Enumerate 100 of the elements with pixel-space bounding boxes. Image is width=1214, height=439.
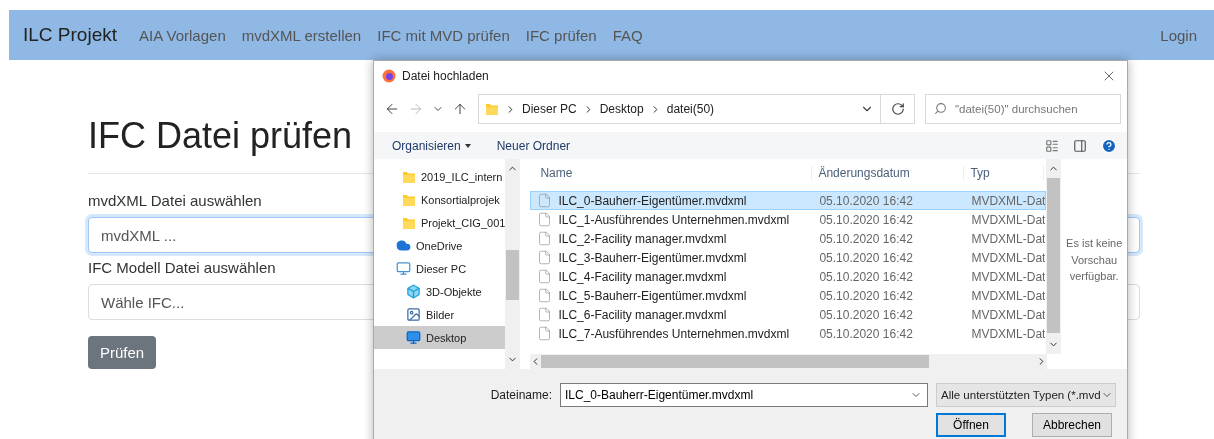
nav-pane-item[interactable]: Dieser PC — [374, 257, 506, 280]
filename-field[interactable]: ILC_0-Bauherr-Eigentümer.mvdxml — [560, 383, 928, 407]
view-icon[interactable] — [1045, 138, 1059, 153]
file-row[interactable]: ILC_6-Facility manager.mvdxml 05.10.2020 16:42 MVDXML-Dat — [530, 305, 1047, 324]
desktop-icon — [406, 330, 421, 345]
file-type: MVDXML-Dat — [970, 193, 1046, 208]
computer-icon — [396, 261, 411, 276]
file-type: MVDXML-Dat — [970, 326, 1046, 341]
browser-icon — [382, 69, 396, 83]
column-header[interactable]: Name — [530, 166, 813, 180]
file-row[interactable]: ILC_0-Bauherr-Eigentümer.mvdxml 05.10.2020 16:42 MVDXML-Dat — [530, 191, 1047, 210]
file-icon — [537, 231, 553, 246]
file-date: 05.10.2020 16:42 — [818, 326, 914, 341]
dialog-title: Datei hochladen — [402, 69, 490, 83]
file-type: MVDXML-Dat — [970, 269, 1046, 284]
scrollbar-thumb[interactable] — [541, 355, 930, 368]
file-date: 05.10.2020 16:42 — [818, 288, 914, 303]
filename-label: Dateiname: — [489, 388, 552, 402]
arrow-left-icon — [384, 101, 400, 117]
submit-button[interactable]: Prüfen — [88, 336, 157, 369]
file-type: MVDXML-Dat — [970, 307, 1046, 322]
file-type-select[interactable]: Alle unterstützten Typen (*.mvd — [936, 383, 1116, 407]
refresh-icon — [890, 102, 905, 116]
field-label: IFC Modell Datei auswählen — [88, 259, 276, 276]
nav-pane-item[interactable]: Desktop — [374, 326, 506, 349]
nav-pane-item[interactable]: Konsortialprojek — [374, 188, 506, 211]
file-name: ILC_7-Ausführendes Unternehmen.mvdxml — [558, 326, 790, 341]
file-icon — [537, 212, 553, 227]
breadcrumb[interactable]: Dieser PC — [522, 102, 577, 116]
dialog-button[interactable]: Öffnen — [936, 413, 1006, 437]
file-name: ILC_3-Bauherr-Eigentümer.mvdxml — [558, 250, 747, 265]
file-type: MVDXML-Dat — [970, 231, 1046, 246]
folder-icon — [402, 192, 416, 207]
dialog-button[interactable]: Abbrechen — [1032, 413, 1112, 437]
file-date: 05.10.2020 16:42 — [818, 250, 914, 265]
nav-link[interactable]: mvdXML erstellen — [241, 26, 362, 44]
file-icon — [537, 193, 553, 208]
nav-pane-item[interactable]: Projekt_CIG_001 — [374, 211, 506, 234]
file-name: ILC_5-Bauherr-Eigentümer.mvdxml — [558, 288, 747, 303]
file-icon — [537, 250, 553, 265]
search-field[interactable]: "datei(50)" durchsuchen — [925, 94, 1121, 124]
scrollbar[interactable] — [530, 354, 1048, 369]
scrollbar-thumb[interactable] — [506, 250, 520, 300]
file-type: MVDXML-Dat — [970, 250, 1046, 265]
file-row[interactable]: ILC_2-Facility manager.mvdxml 05.10.2020 16:42 MVDXML-Dat — [530, 229, 1047, 248]
file-name: ILC_0-Bauherr-Eigentümer.mvdxml — [558, 193, 747, 208]
file-date: 05.10.2020 16:42 — [818, 307, 914, 322]
file-icon — [537, 288, 553, 303]
file-row[interactable]: ILC_3-Bauherr-Eigentümer.mvdxml 05.10.2020 16:42 MVDXML-Dat — [530, 248, 1047, 267]
nav-pane-item[interactable]: 2019_ILC_intern — [374, 165, 506, 188]
file-date: 05.10.2020 16:42 — [818, 212, 914, 227]
cube-icon — [406, 284, 421, 299]
file-name: ILC_1-Ausführendes Unternehmen.mvdxml — [558, 212, 790, 227]
file-row[interactable]: ILC_5-Bauherr-Eigentümer.mvdxml 05.10.2020 16:42 MVDXML-Dat — [530, 286, 1047, 305]
file-row[interactable]: ILC_1-Ausführendes Unternehmen.mvdxml 05.10.2020 16:42 MVDXML-Dat — [530, 210, 1047, 229]
file-date: 05.10.2020 16:42 — [818, 231, 914, 246]
preview-pane-icon[interactable] — [1073, 138, 1087, 153]
file-icon — [537, 326, 553, 341]
file-name: ILC_2-Facility manager.mvdxml — [558, 231, 727, 246]
folder-icon — [402, 215, 416, 230]
folder-icon — [402, 169, 416, 184]
file-icon — [537, 307, 553, 322]
nav-pane-item[interactable]: Bilder — [374, 303, 506, 326]
nav-link[interactable]: IFC prüfen — [525, 26, 597, 44]
nav-link[interactable]: IFC mit MVD prüfen — [377, 26, 510, 44]
organize-menu[interactable]: Organisieren — [392, 138, 471, 153]
file-type: MVDXML-Dat — [970, 288, 1046, 303]
page-heading: IFC Datei prüfen — [88, 115, 353, 157]
help-icon[interactable] — [1101, 137, 1117, 154]
caret-icon — [464, 143, 471, 148]
file-date: 05.10.2020 16:42 — [818, 193, 914, 208]
file-row[interactable]: ILC_4-Facility manager.mvdxml 05.10.2020 16:42 MVDXML-Dat — [530, 267, 1047, 286]
cloud-icon — [396, 238, 411, 253]
scrollbar[interactable] — [1046, 159, 1062, 354]
image-icon — [406, 307, 421, 322]
folder-icon — [485, 102, 499, 116]
field-label: mvdXML Datei auswählen — [88, 192, 262, 209]
column-header[interactable]: Typ — [964, 166, 1045, 180]
file-name: ILC_6-Facility manager.mvdxml — [558, 307, 727, 322]
chevron-icon — [505, 103, 516, 115]
file-icon — [537, 269, 553, 284]
scrollbar[interactable] — [505, 159, 521, 369]
nav-link[interactable]: FAQ — [612, 26, 643, 44]
column-header[interactable]: Änderungsdatum — [812, 166, 965, 180]
preview-message: Es ist keine Vorschau verfügbar. — [1065, 236, 1124, 284]
new-folder-button[interactable]: Neuer Ordner — [496, 138, 571, 153]
nav-pane-item[interactable]: OneDrive — [374, 234, 506, 257]
brand-name[interactable]: ILC Projekt — [23, 24, 117, 46]
file-name: ILC_4-Facility manager.mvdxml — [558, 269, 727, 284]
nav-pane-item[interactable]: 3D-Objekte — [374, 280, 506, 303]
file-date: 05.10.2020 16:42 — [818, 269, 914, 284]
address-bar[interactable]: Dieser PC Desktop datei(50) — [478, 94, 915, 124]
login-link[interactable]: Login — [1160, 26, 1197, 44]
breadcrumb[interactable]: datei(50) — [666, 102, 715, 116]
arrow-right-icon — [408, 101, 424, 117]
breadcrumb[interactable]: Desktop — [599, 102, 644, 116]
scrollbar-thumb[interactable] — [1047, 178, 1061, 333]
file-type: MVDXML-Dat — [970, 212, 1046, 227]
nav-link[interactable]: AIA Vorlagen — [139, 26, 226, 44]
file-row[interactable]: ILC_7-Ausführendes Unternehmen.mvdxml 05.10.2020 16:42 MVDXML-Dat — [530, 324, 1047, 343]
